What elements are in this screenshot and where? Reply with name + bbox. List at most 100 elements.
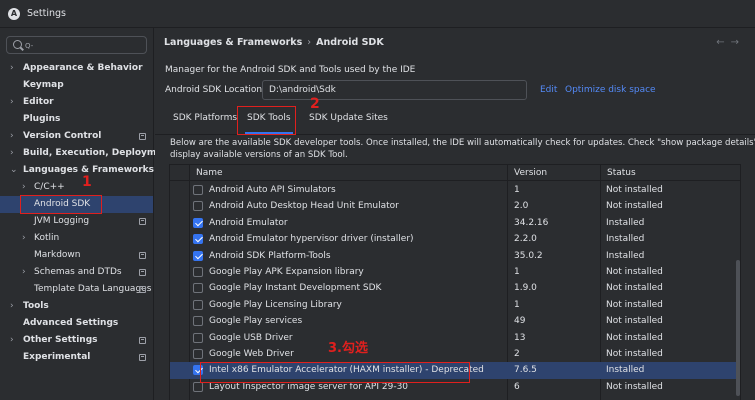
column-header-version[interactable]: Version: [514, 168, 547, 178]
row-checkbox[interactable]: [193, 316, 203, 327]
row-checkbox[interactable]: [193, 250, 203, 261]
chevron-right-icon[interactable]: ›: [22, 230, 26, 247]
sidebar-item-label: Editor: [23, 97, 54, 107]
table-row[interactable]: Android SDK Platform-Tools 35.0.2 Installe…: [170, 248, 740, 264]
sidebar-item[interactable]: › Build, Execution, Deployment: [0, 145, 173, 162]
table-row[interactable]: Google Play APK Expansion library 1 Not in…: [170, 264, 740, 280]
row-name: Google Play Instant Development SDK: [209, 283, 382, 294]
chevron-right-icon[interactable]: ›: [10, 94, 14, 111]
row-version: 7.6.5: [514, 365, 537, 376]
chevron-down-icon[interactable]: ⌄: [10, 162, 18, 179]
sidebar-item[interactable]: › Version Control: [0, 128, 153, 145]
row-name: Android SDK Platform-Tools: [209, 250, 331, 261]
table-row[interactable]: Google Play Instant Development SDK 1.9.0…: [170, 280, 740, 296]
settings-search-input[interactable]: Q-: [6, 36, 147, 54]
android-studio-icon: A: [8, 8, 20, 20]
breadcrumb-item: Android SDK: [316, 37, 384, 48]
project-settings-icon: [139, 133, 146, 140]
edit-link[interactable]: Edit: [540, 85, 557, 95]
search-placeholder: Q-: [25, 42, 34, 50]
row-checkbox[interactable]: [193, 283, 203, 294]
sidebar-item-label: Advanced Settings: [23, 318, 119, 328]
row-status: Not installed: [606, 332, 663, 343]
row-checkbox[interactable]: [193, 299, 203, 310]
sidebar-item[interactable]: Keymap: [0, 77, 153, 94]
sdk-location-field[interactable]: D:\android\Sdk: [262, 80, 527, 100]
sidebar-item[interactable]: › Schemas and DTDs: [0, 264, 153, 281]
optimize-disk-space-link[interactable]: Optimize disk space: [565, 85, 656, 95]
row-name: Android Auto Desktop Head Unit Emulator: [209, 201, 399, 212]
row-version: 1: [514, 299, 520, 310]
table-row[interactable]: Android Auto Desktop Head Unit Emulator 2…: [170, 198, 740, 214]
table-row[interactable]: Android Emulator 34.2.16 Installed: [170, 215, 740, 231]
sidebar-item[interactable]: Plugins: [0, 111, 153, 128]
annotation-step-1: 1: [82, 174, 92, 190]
row-checkbox[interactable]: [193, 332, 203, 343]
row-version: 2.0: [514, 201, 529, 212]
project-settings-icon: [139, 269, 146, 276]
sidebar-item[interactable]: Experimental: [0, 349, 153, 366]
breadcrumb-item[interactable]: Languages & Frameworks: [164, 37, 302, 48]
sidebar-item-label: Build, Execution, Deployment: [23, 148, 174, 158]
table-row[interactable]: Google USB Driver 13 Not installed: [170, 330, 740, 346]
table-row[interactable]: Android Emulator hypervisor driver (inst…: [170, 231, 740, 247]
table-row[interactable]: Google Play services 49 Not installed: [170, 313, 740, 329]
row-checkbox[interactable]: [193, 185, 203, 195]
sidebar-item[interactable]: Advanced Settings: [0, 315, 153, 332]
chevron-right-icon[interactable]: ›: [10, 298, 14, 315]
row-name: Android Emulator: [209, 217, 288, 228]
row-version: 2.2.0: [514, 234, 537, 245]
sidebar-item[interactable]: › Editor: [0, 94, 153, 111]
row-checkbox[interactable]: [193, 349, 203, 359]
info-line: display available versions of an SDK Too…: [170, 150, 348, 160]
annotation-box-haxm: [200, 362, 470, 383]
column-header-status[interactable]: Status: [607, 168, 636, 178]
chevron-right-icon[interactable]: ›: [10, 128, 14, 145]
tab-sdk-platforms[interactable]: SDK Platforms: [171, 106, 239, 134]
row-name: Google Play APK Expansion library: [209, 267, 364, 277]
row-version: 2: [514, 349, 520, 359]
sidebar-item-label: Experimental: [23, 352, 91, 362]
row-checkbox[interactable]: [193, 217, 203, 228]
sidebar-item-label: Kotlin: [34, 233, 60, 243]
sidebar-item[interactable]: ⌄ Languages & Frameworks: [0, 162, 154, 179]
chevron-right-icon[interactable]: ›: [22, 264, 26, 281]
sidebar-item[interactable]: JVM Logging: [0, 213, 153, 230]
row-status: Not installed: [606, 381, 663, 392]
sidebar-item-label: Keymap: [23, 80, 64, 90]
row-checkbox[interactable]: [193, 234, 203, 245]
chevron-right-icon[interactable]: ›: [22, 179, 26, 196]
row-checkbox[interactable]: [193, 201, 203, 212]
sidebar-item[interactable]: › Tools: [0, 298, 153, 315]
title-bar: A Settings: [0, 0, 755, 28]
column-header-name[interactable]: Name: [196, 168, 223, 178]
sidebar-item[interactable]: Template Data Languages: [0, 281, 153, 298]
table-scrollbar[interactable]: [736, 260, 740, 396]
row-name: Android Auto API Simulators: [209, 185, 336, 195]
row-status: Installed: [606, 234, 645, 245]
sidebar-item[interactable]: › Appearance & Behavior: [0, 60, 153, 77]
sidebar-item[interactable]: › Other Settings: [0, 332, 153, 349]
forward-arrow-icon[interactable]: →: [731, 37, 745, 48]
row-checkbox[interactable]: [193, 381, 203, 392]
table-row[interactable]: Google Play Licensing Library 1 Not instal…: [170, 297, 740, 313]
project-settings-icon: [139, 218, 146, 225]
row-version: 1: [514, 267, 520, 277]
table-row[interactable]: Android Auto API Simulators 1 Not installe…: [170, 182, 740, 198]
sidebar-item[interactable]: › C/C++: [0, 179, 153, 196]
project-settings-icon: [139, 286, 146, 293]
back-arrow-icon[interactable]: ←: [716, 37, 730, 48]
row-status: Not installed: [606, 299, 663, 310]
sidebar-item[interactable]: › Kotlin: [0, 230, 153, 247]
chevron-right-icon[interactable]: ›: [10, 332, 14, 349]
panel-description: Manager for the Android SDK and Tools us…: [165, 65, 416, 75]
row-checkbox[interactable]: [193, 267, 203, 277]
chevron-right-icon[interactable]: ›: [10, 60, 14, 77]
info-line: Below are the available SDK developer to…: [170, 138, 755, 148]
table-row[interactable]: Google Web Driver 2 Not installed: [170, 346, 740, 362]
annotation-step-2: 2: [310, 96, 320, 112]
sidebar-item[interactable]: Markdown: [0, 247, 153, 264]
chevron-right-icon[interactable]: ›: [10, 145, 14, 162]
project-settings-icon: [139, 354, 146, 361]
row-status: Not installed: [606, 185, 663, 195]
